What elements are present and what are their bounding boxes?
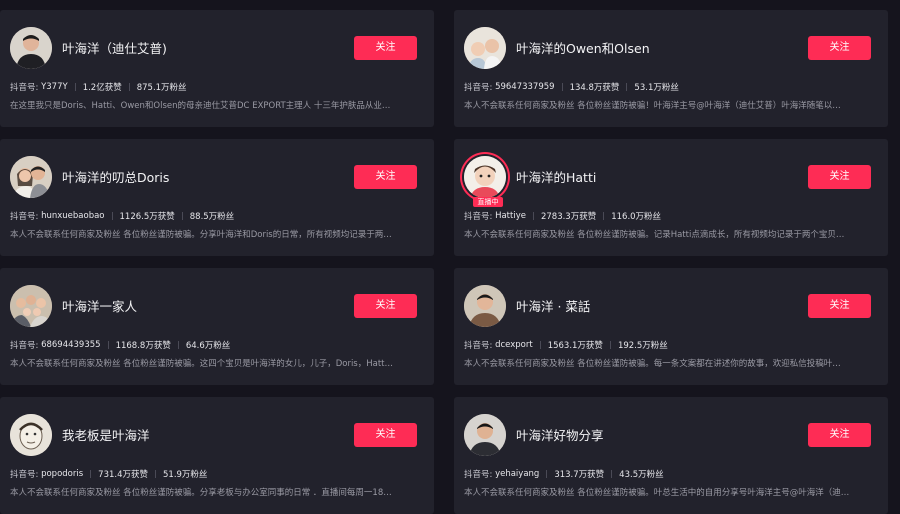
follow-button[interactable]: 关注: [354, 36, 417, 60]
account-stats: 抖音号: Hattiye 2783.3万获赞 116.0万粉丝: [464, 210, 661, 222]
divider: [603, 212, 605, 220]
account-name[interactable]: 叶海洋好物分享: [516, 425, 604, 444]
avatar[interactable]: [10, 156, 52, 198]
account-name[interactable]: 我老板是叶海洋: [62, 425, 150, 444]
douyin-id: 59647337959: [495, 82, 555, 92]
divider: [626, 83, 628, 91]
account-card[interactable]: 叶海洋一家人 关注 抖音号: 68694439355 1168.8万获赞 64.…: [0, 268, 434, 385]
avatar[interactable]: [464, 27, 506, 69]
account-card[interactable]: 叶海洋的叨总Doris 关注 抖音号: hunxuebaobao 1126.5万…: [0, 139, 434, 256]
divider: [181, 212, 183, 220]
divider: [539, 341, 541, 349]
douyin-id-label: 抖音号:: [10, 470, 39, 480]
douyin-id-label: 抖音号:: [10, 83, 39, 93]
follow-button[interactable]: 关注: [354, 423, 417, 447]
likes-count: 1168.8万获赞: [115, 341, 171, 351]
divider: [128, 83, 130, 91]
avatar[interactable]: [464, 414, 506, 456]
likes-count: 313.7万获赞: [554, 470, 605, 480]
fans-count: 116.0万粉丝: [611, 212, 662, 222]
account-stats: 抖音号: Y377Y 1.2亿获赞 875.1万粉丝: [10, 81, 187, 93]
account-card[interactable]: 叶海洋好物分享 关注 抖音号: yehaiyang 313.7万获赞 43.5万…: [454, 397, 888, 514]
fans-count: 88.5万粉丝: [189, 212, 235, 222]
fans-count: 64.6万粉丝: [185, 341, 231, 351]
follow-button[interactable]: 关注: [808, 36, 871, 60]
likes-count: 731.4万获赞: [98, 470, 148, 480]
account-stats: 抖音号: popodoris 731.4万获赞 51.9万粉丝: [10, 468, 207, 480]
divider: [532, 212, 534, 220]
douyin-id: yehaiyang: [495, 469, 540, 479]
account-card[interactable]: 直播中 叶海洋的Hatti 关注 抖音号: Hattiye 2783.3万获赞 …: [454, 139, 888, 256]
divider: [609, 341, 611, 349]
likes-count: 1126.5万获赞: [119, 212, 175, 222]
account-name[interactable]: 叶海洋 · 菜話: [516, 296, 590, 315]
account-stats: 抖音号: hunxuebaobao 1126.5万获赞 88.5万粉丝: [10, 210, 234, 222]
douyin-id-label: 抖音号:: [10, 341, 39, 351]
fans-count: 51.9万粉丝: [163, 470, 208, 480]
avatar[interactable]: [10, 414, 52, 456]
follow-button[interactable]: 关注: [808, 423, 871, 447]
douyin-id: popodoris: [41, 469, 84, 479]
account-card[interactable]: 我老板是叶海洋 关注 抖音号: popodoris 731.4万获赞 51.9万…: [0, 397, 434, 514]
follow-button[interactable]: 关注: [808, 294, 871, 318]
account-stats: 抖音号: 68694439355 1168.8万获赞 64.6万粉丝: [10, 339, 230, 351]
account-name[interactable]: 叶海洋（迪仕艾普): [62, 38, 167, 57]
account-card[interactable]: 叶海洋的Owen和Olsen 关注 抖音号: 59647337959 134.8…: [454, 10, 888, 127]
douyin-id-label: 抖音号:: [464, 341, 493, 351]
account-results-grid: 叶海洋（迪仕艾普) 关注 抖音号: Y377Y 1.2亿获赞 875.1万粉丝 …: [0, 0, 900, 514]
follow-button[interactable]: 关注: [354, 294, 417, 318]
account-name[interactable]: 叶海洋一家人: [62, 296, 137, 315]
avatar[interactable]: [10, 285, 52, 327]
account-stats: 抖音号: dcexport 1563.1万获赞 192.5万粉丝: [464, 339, 668, 351]
account-card[interactable]: 叶海洋（迪仕艾普) 关注 抖音号: Y377Y 1.2亿获赞 875.1万粉丝 …: [0, 10, 434, 127]
account-name[interactable]: 叶海洋的Owen和Olsen: [516, 38, 650, 57]
account-description: 本人不会联系任何商家及粉丝 各位粉丝谨防被骗。分享叶海洋和Doris的日常，所有…: [10, 230, 392, 240]
douyin-id-label: 抖音号:: [464, 83, 493, 93]
douyin-id: hunxuebaobao: [41, 211, 105, 221]
avatar[interactable]: [464, 156, 506, 198]
account-description: 本人不会联系任何商家及粉丝 各位粉丝谨防被骗。记录Hatti点滴成长，所有视频均…: [464, 230, 845, 240]
divider: [90, 470, 92, 478]
douyin-id: Y377Y: [41, 82, 68, 92]
douyin-id-label: 抖音号:: [464, 470, 493, 480]
douyin-id-label: 抖音号:: [464, 212, 493, 222]
follow-button[interactable]: 关注: [808, 165, 871, 189]
fans-count: 192.5万粉丝: [617, 341, 668, 351]
live-badge: 直播中: [473, 197, 503, 207]
account-description: 本人不会联系任何商家及粉丝 各位粉丝谨防被骗。分享老板与办公室同事的日常 ．直播…: [10, 488, 392, 498]
divider: [561, 83, 563, 91]
likes-count: 1.2亿获赞: [82, 83, 122, 93]
likes-count: 1563.1万获赞: [547, 341, 603, 351]
douyin-id: 68694439355: [41, 340, 101, 350]
account-description: 本人不会联系任何商家及粉丝 各位粉丝谨防被骗。每一条文案都在讲述你的故事，欢迎私…: [464, 359, 841, 369]
divider: [74, 83, 76, 91]
likes-count: 2783.3万获赞: [540, 212, 597, 222]
account-description: 在这里我只是Doris、Hatti、Owen和Olsen的母亲迪仕艾普DC EX…: [10, 101, 391, 111]
account-stats: 抖音号: yehaiyang 313.7万获赞 43.5万粉丝: [464, 468, 664, 480]
fans-count: 875.1万粉丝: [136, 83, 187, 93]
likes-count: 134.8万获赞: [569, 83, 620, 93]
avatar[interactable]: [464, 285, 506, 327]
account-card[interactable]: 叶海洋 · 菜話 关注 抖音号: dcexport 1563.1万获赞 192.…: [454, 268, 888, 385]
follow-button[interactable]: 关注: [354, 165, 417, 189]
douyin-id-label: 抖音号:: [10, 212, 39, 222]
divider: [177, 341, 179, 349]
divider: [155, 470, 156, 478]
account-stats: 抖音号: 59647337959 134.8万获赞 53.1万粉丝: [464, 81, 679, 93]
fans-count: 43.5万粉丝: [619, 470, 664, 480]
divider: [546, 470, 548, 478]
avatar[interactable]: [10, 27, 52, 69]
divider: [107, 341, 109, 349]
fans-count: 53.1万粉丝: [634, 83, 679, 93]
account-name[interactable]: 叶海洋的Hatti: [516, 167, 596, 186]
account-description: 本人不会联系任何商家及粉丝 各位粉丝谨防被骗！叶海洋主号@叶海洋（迪仕艾普）叶海…: [464, 101, 841, 111]
account-description: 本人不会联系任何商家及粉丝 各位粉丝谨防被骗。这四个宝贝是叶海洋的女儿，儿子，D…: [10, 359, 394, 369]
douyin-id: Hattiye: [495, 211, 526, 221]
account-description: 本人不会联系任何商家及粉丝 各位粉丝谨防被骗。叶总生活中的自用分享号叶海洋主号@…: [464, 488, 850, 498]
account-name[interactable]: 叶海洋的叨总Doris: [62, 167, 169, 186]
divider: [111, 212, 113, 220]
divider: [611, 470, 613, 478]
douyin-id: dcexport: [495, 340, 533, 350]
